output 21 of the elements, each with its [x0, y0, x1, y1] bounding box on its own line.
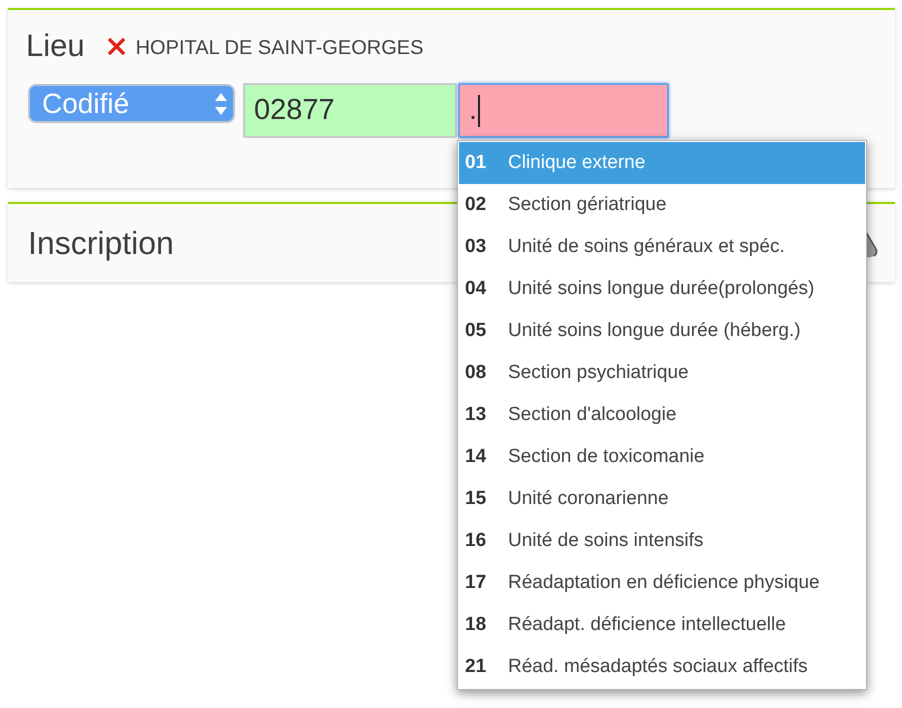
suggestion-item[interactable]: 14 Section de toxicomanie: [459, 436, 865, 478]
up-down-arrows-icon: [215, 92, 227, 114]
subcode-field[interactable]: .: [458, 83, 669, 138]
location-name: HOPITAL DE SAINT-GEORGES: [136, 36, 424, 60]
code-field[interactable]: 02877: [243, 83, 457, 138]
suggestion-item[interactable]: 15 Unité coronarienne: [459, 478, 865, 520]
suggestion-item[interactable]: 02 Section gériatrique: [459, 184, 865, 226]
suggestion-item[interactable]: 21 Réad. mésadaptés sociaux affectifs: [459, 646, 865, 688]
suggestion-item[interactable]: 05 Unité soins longue durée (héberg.): [459, 310, 865, 352]
suggestion-item[interactable]: 18 Réadapt. déficience intellectuelle: [459, 604, 865, 646]
suggestion-item[interactable]: 16 Unité de soins intensifs: [459, 520, 865, 562]
suggestion-item[interactable]: 13 Section d'alcoologie: [459, 394, 865, 436]
suggestion-item[interactable]: 04 Unité soins longue durée(prolongés): [459, 268, 865, 310]
text-cursor-icon: [478, 94, 480, 126]
clear-icon[interactable]: [108, 38, 125, 54]
section-title: Inscription: [28, 224, 174, 262]
suggestion-item[interactable]: 03 Unité de soins généraux et spéc.: [459, 226, 865, 268]
section-title: Lieu: [26, 29, 85, 63]
cut-off-icon[interactable]: [866, 232, 878, 258]
suggestion-item[interactable]: 17 Réadaptation en déficience physique: [459, 562, 865, 604]
suggestion-item[interactable]: 08 Section psychiatrique: [459, 352, 865, 394]
